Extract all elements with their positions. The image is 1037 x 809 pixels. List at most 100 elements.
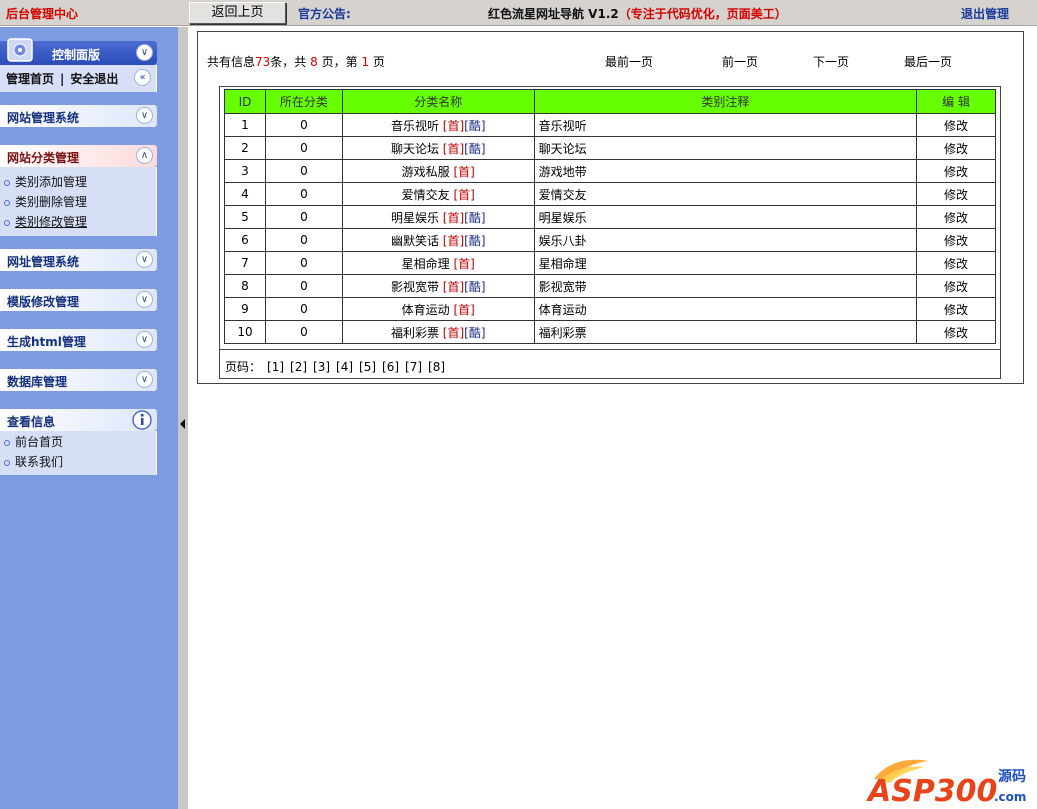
- edit-link[interactable]: 修改: [916, 274, 996, 298]
- cell-category-note: 福利彩票: [533, 320, 918, 344]
- category-submenu: 类别添加管理 类别删除管理 类别修改管理: [0, 167, 157, 236]
- site-title-text: 红色流星网址导航 V1.2: [488, 7, 619, 21]
- admin-home-link[interactable]: 管理首页: [6, 72, 54, 86]
- home-flag-link[interactable]: [首]: [443, 280, 464, 294]
- chevron-up-icon[interactable]: ∧: [136, 147, 153, 164]
- chevron-left-icon[interactable]: «: [134, 69, 151, 86]
- home-flag-link[interactable]: [首]: [443, 211, 464, 225]
- section-label: 查看信息: [7, 415, 56, 429]
- logo-suffix: 源码: [998, 768, 1026, 785]
- cell-category-name: 幽默笑话 [首][酷]: [341, 228, 535, 252]
- page-link[interactable]: [6]: [382, 360, 399, 374]
- cool-flag-link[interactable]: [酷]: [464, 280, 485, 294]
- edit-link[interactable]: 修改: [916, 113, 996, 137]
- category-name: 游戏私服: [401, 164, 450, 179]
- section-view-info: 查看信息: [0, 409, 157, 431]
- section-label: 网站管理系统: [7, 111, 80, 125]
- home-flag-link[interactable]: [首]: [443, 119, 464, 133]
- chevron-down-icon[interactable]: ∨: [136, 371, 153, 388]
- chevron-down-icon[interactable]: ∨: [136, 44, 153, 61]
- notice-label[interactable]: 官方公告:: [298, 5, 351, 22]
- page-link[interactable]: [3]: [313, 360, 330, 374]
- next-page-link[interactable]: 下一页: [813, 53, 849, 70]
- chevron-down-icon[interactable]: ∨: [136, 331, 153, 348]
- grid-divider: [219, 349, 1001, 350]
- home-flag-link[interactable]: [首]: [443, 326, 464, 340]
- sidebar-splitter[interactable]: [178, 27, 188, 809]
- section-category-management[interactable]: 网站分类管理 ∧: [0, 145, 157, 167]
- home-flag-link[interactable]: [首]: [453, 165, 474, 179]
- safe-logout-link[interactable]: 安全退出: [70, 72, 118, 86]
- edit-link[interactable]: 修改: [916, 228, 996, 252]
- submenu-item-add-category[interactable]: 类别添加管理: [4, 173, 87, 190]
- cell-category-note: 体育运动: [533, 297, 918, 321]
- summary-unit: 条，共: [270, 55, 307, 69]
- logo-domain: .com: [994, 790, 1026, 804]
- cell-category-name: 音乐视听 [首][酷]: [341, 113, 535, 137]
- cool-flag-link[interactable]: [酷]: [464, 326, 485, 340]
- table-row: 2 0 聊天论坛 [首][酷] 聊天论坛 修改: [224, 136, 996, 160]
- section-template-management[interactable]: 模版修改管理 ∨: [0, 289, 157, 311]
- cell-category-note: 游戏地带: [533, 159, 918, 183]
- section-html-generation[interactable]: 生成html管理 ∨: [0, 329, 157, 351]
- cool-flag-link[interactable]: [酷]: [464, 211, 485, 225]
- cell-parent-category: 0: [264, 251, 343, 275]
- submenu-label: 类别添加管理: [15, 175, 88, 189]
- prev-page-link[interactable]: 前一页: [722, 53, 758, 70]
- logout-link[interactable]: 退出管理: [961, 5, 1009, 22]
- edit-link[interactable]: 修改: [916, 159, 996, 183]
- section-database-management[interactable]: 数据库管理 ∨: [0, 369, 157, 391]
- chevron-down-icon[interactable]: ∨: [136, 251, 153, 268]
- table-header-row: ID 所在分类 分类名称 类别注释 编 辑: [224, 89, 996, 114]
- top-bar: 后台管理中心 返回上页 官方公告: 红色流星网址导航 V1.2（专注于代码优化，…: [0, 0, 1037, 26]
- cell-id: 7: [224, 251, 266, 275]
- home-flag-link[interactable]: [首]: [453, 188, 474, 202]
- submenu-item-edit-category[interactable]: 类别修改管理: [4, 213, 87, 230]
- control-panel-header[interactable]: 控制面版 ∨: [0, 38, 157, 65]
- edit-link[interactable]: 修改: [916, 297, 996, 321]
- cool-flag-link[interactable]: [酷]: [464, 234, 485, 248]
- chevron-down-icon[interactable]: ∨: [136, 291, 153, 308]
- cool-flag-link[interactable]: [酷]: [464, 142, 485, 156]
- section-url-management[interactable]: 网址管理系统 ∨: [0, 249, 157, 271]
- logo-text: ASP300: [866, 774, 997, 805]
- last-page-link[interactable]: 最后一页: [904, 53, 952, 70]
- summary-pages: 8: [310, 55, 318, 69]
- submenu-item-frontend-home[interactable]: 前台首页: [4, 433, 63, 450]
- edit-link[interactable]: 修改: [916, 205, 996, 229]
- home-flag-link[interactable]: [首]: [443, 234, 464, 248]
- sidebar: 控制面版 ∨ 管理首页 | 安全退出 « 网站管理系统 ∨ 网站分类管理 ∧ 类别添…: [0, 27, 178, 809]
- home-flag-link[interactable]: [首]: [453, 303, 474, 317]
- control-panel-icon: [7, 38, 33, 62]
- section-site-management[interactable]: 网站管理系统 ∨: [0, 105, 157, 127]
- bullet-icon: [4, 199, 10, 206]
- edit-link[interactable]: 修改: [916, 136, 996, 160]
- page-link[interactable]: [7]: [405, 360, 422, 374]
- cell-category-note: 影视宽带: [533, 274, 918, 298]
- cool-flag-link[interactable]: [酷]: [464, 119, 485, 133]
- page-link[interactable]: [8]: [428, 360, 445, 374]
- submenu-item-delete-category[interactable]: 类别删除管理: [4, 193, 87, 210]
- col-category-name: 分类名称: [341, 89, 535, 114]
- submenu-item-contact-us[interactable]: 联系我们: [4, 453, 63, 470]
- back-button[interactable]: 返回上页: [189, 2, 286, 24]
- home-flag-link[interactable]: [首]: [443, 142, 464, 156]
- page-link[interactable]: [5]: [359, 360, 376, 374]
- collapse-arrow-icon[interactable]: [180, 419, 185, 429]
- page-link[interactable]: [1]: [267, 360, 284, 374]
- bullet-icon: [4, 459, 10, 466]
- table-row: 3 0 游戏私服 [首] 游戏地带 修改: [224, 159, 996, 183]
- edit-link[interactable]: 修改: [916, 251, 996, 275]
- edit-link[interactable]: 修改: [916, 320, 996, 344]
- section-label: 数据库管理: [7, 375, 68, 389]
- edit-link[interactable]: 修改: [916, 182, 996, 206]
- admin-center-title: 后台管理中心: [6, 7, 79, 21]
- home-flag-link[interactable]: [首]: [453, 257, 474, 271]
- cell-parent-category: 0: [264, 297, 343, 321]
- page-label: 页码：: [225, 360, 262, 374]
- page-link[interactable]: [2]: [290, 360, 307, 374]
- first-page-link[interactable]: 最前一页: [605, 53, 653, 70]
- page-link[interactable]: [4]: [336, 360, 353, 374]
- cell-category-note: 聊天论坛: [533, 136, 918, 160]
- chevron-down-icon[interactable]: ∨: [136, 107, 153, 124]
